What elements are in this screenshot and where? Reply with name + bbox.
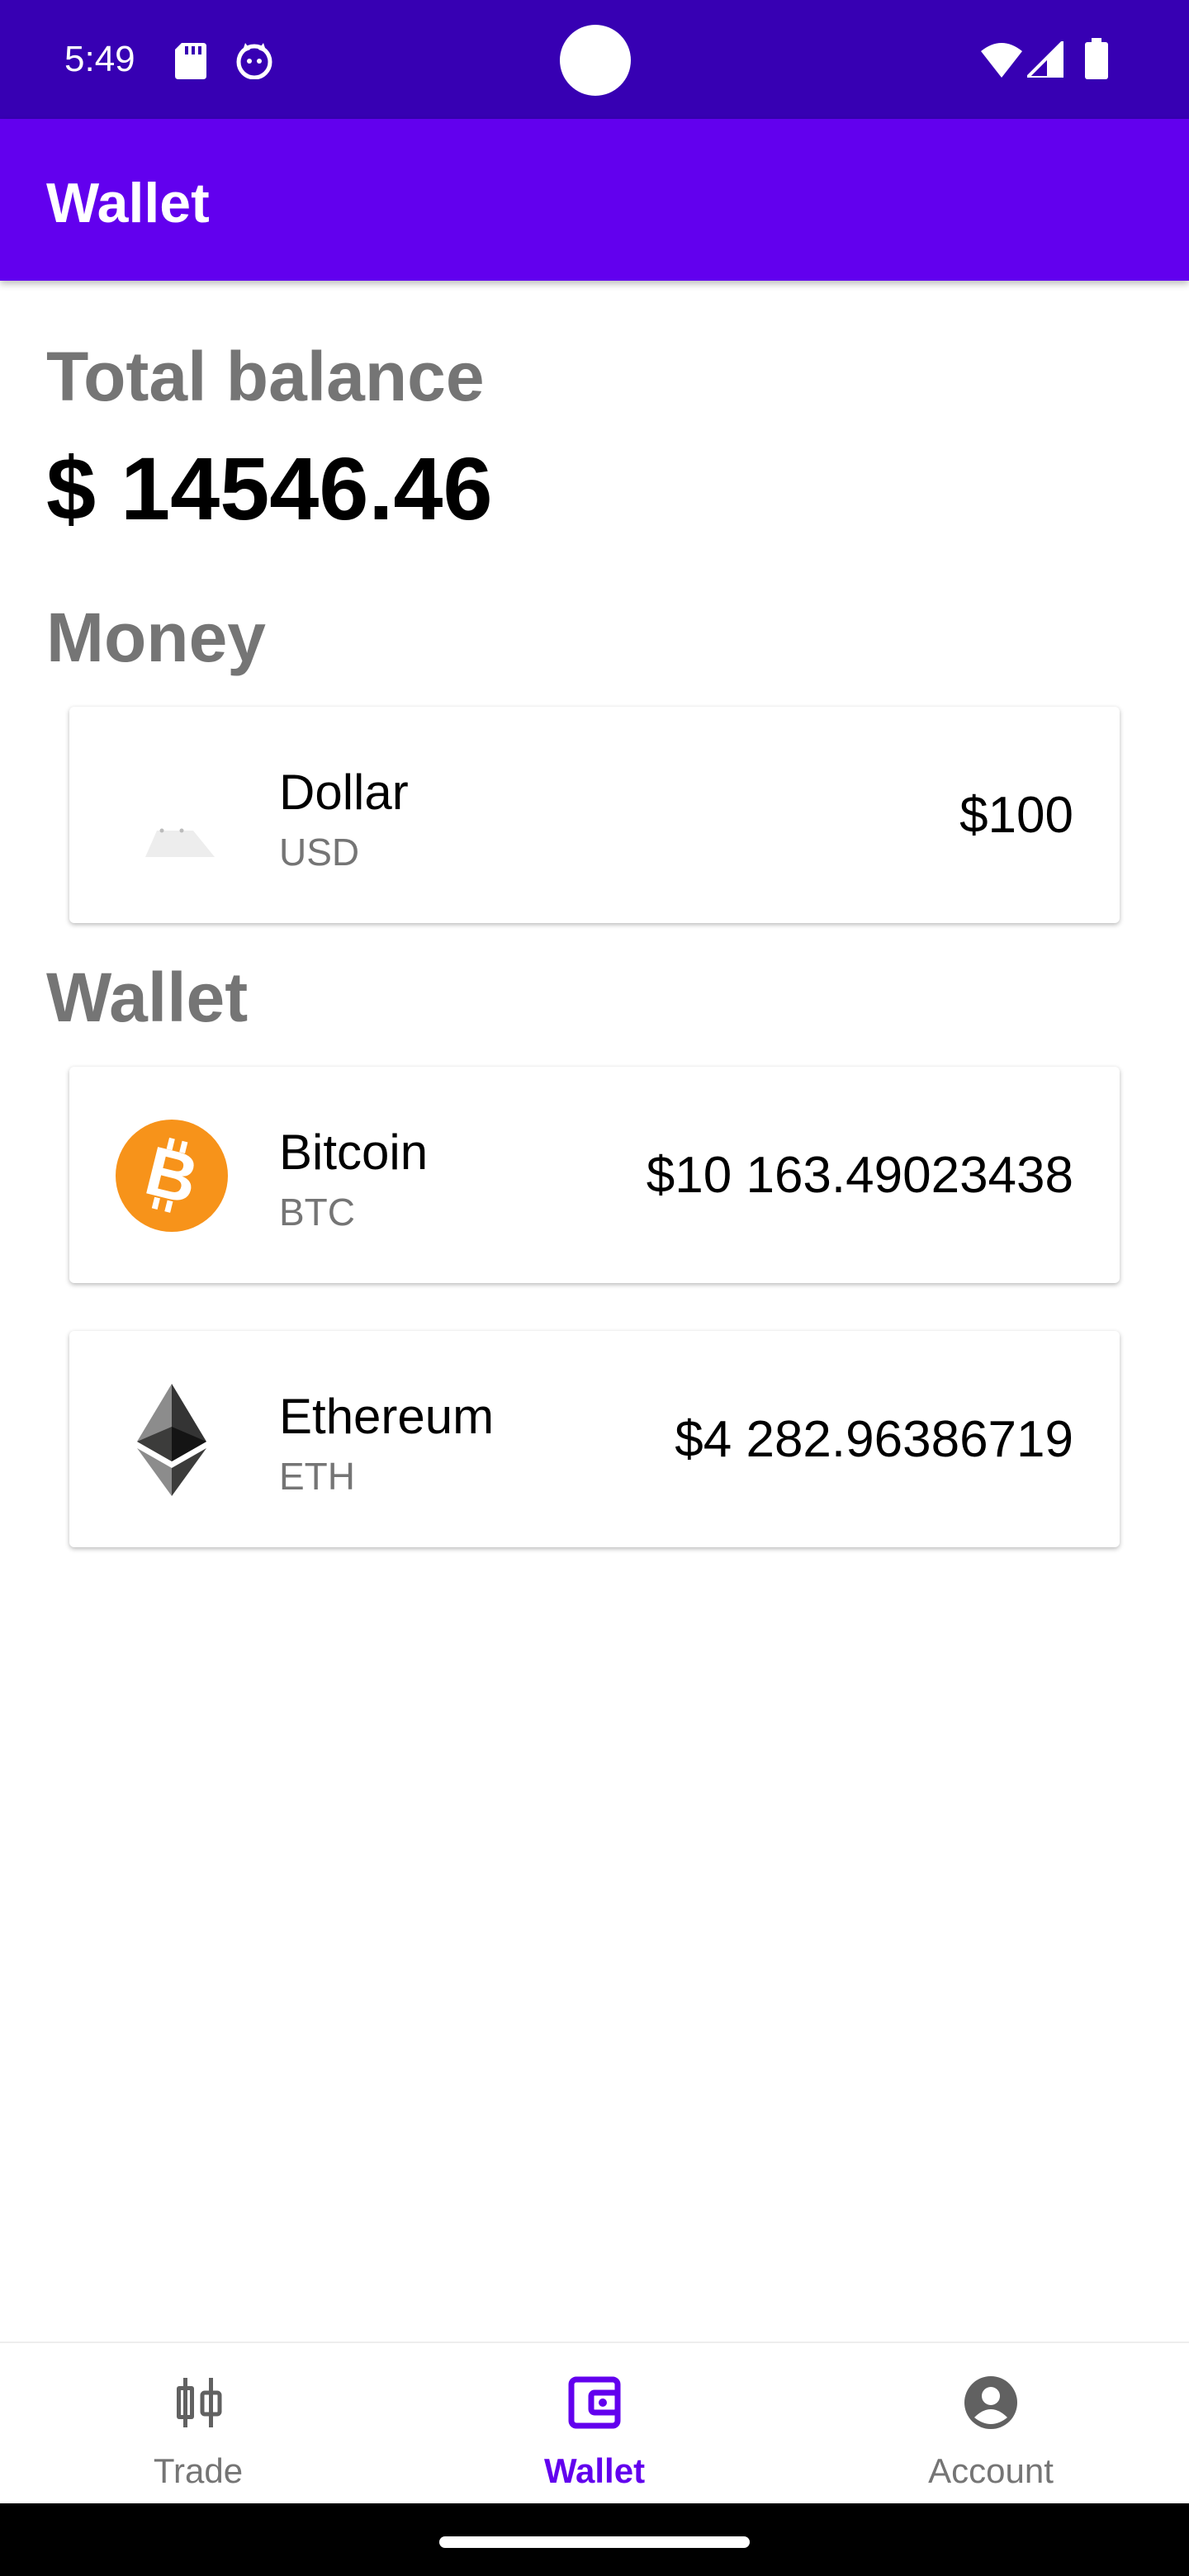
account-icon — [964, 2376, 1017, 2429]
gesture-navigation-bar — [0, 2503, 1189, 2576]
currency-code: USD — [279, 831, 360, 874]
nav-item-account[interactable]: Account — [793, 2343, 1189, 2505]
nav-label: Account — [928, 2451, 1054, 2490]
nav-label: Wallet — [543, 2451, 646, 2490]
battery-icon — [1085, 38, 1108, 79]
candlestick-icon — [177, 2378, 222, 2427]
crypto-code: BTC — [279, 1191, 355, 1234]
cat-notification-icon — [236, 43, 272, 79]
total-balance-value: $ 14546.46 — [46, 438, 493, 538]
wallet-card-ethereum[interactable]: Ethereum ETH $4 282.96386719 — [69, 1331, 1120, 1547]
ethereum-icon — [137, 1384, 206, 1496]
crypto-amount: $10 163.49023438 — [646, 1147, 1073, 1204]
money-section-label: Money — [46, 599, 267, 676]
crypto-name: Ethereum — [279, 1389, 495, 1444]
currency-amount: $100 — [959, 787, 1073, 844]
bottom-navigation: Trade Wallet Account — [0, 2342, 1189, 2505]
wallet-card-bitcoin[interactable]: B Bitcoin BTC $10 163.49023438 — [69, 1067, 1120, 1283]
wifi-icon — [981, 43, 1022, 78]
home-gesture-handle[interactable] — [439, 2536, 750, 2548]
nav-item-trade[interactable]: Trade — [0, 2343, 396, 2505]
bitcoin-icon: B — [116, 1120, 228, 1232]
status-bar: 5:49 — [0, 0, 1189, 119]
crypto-name: Bitcoin — [279, 1125, 429, 1180]
signal-icon — [1027, 41, 1063, 78]
crypto-code: ETH — [279, 1455, 355, 1498]
currency-name: Dollar — [279, 765, 409, 820]
sd-card-icon — [175, 43, 206, 79]
app-bar: Wallet — [0, 119, 1189, 281]
wallet-icon — [568, 2376, 621, 2429]
nav-item-wallet[interactable]: Wallet — [396, 2343, 793, 2505]
front-camera — [560, 25, 631, 96]
wallet-section-label: Wallet — [46, 959, 249, 1036]
page-title: Wallet — [46, 172, 210, 234]
dollar-icon — [145, 828, 215, 857]
status-time: 5:49 — [64, 39, 135, 79]
nav-label: Trade — [153, 2451, 244, 2490]
total-balance-label: Total balance — [46, 338, 485, 415]
crypto-amount: $4 282.96386719 — [675, 1411, 1073, 1468]
money-card-dollar[interactable]: Dollar USD $100 — [69, 707, 1120, 923]
